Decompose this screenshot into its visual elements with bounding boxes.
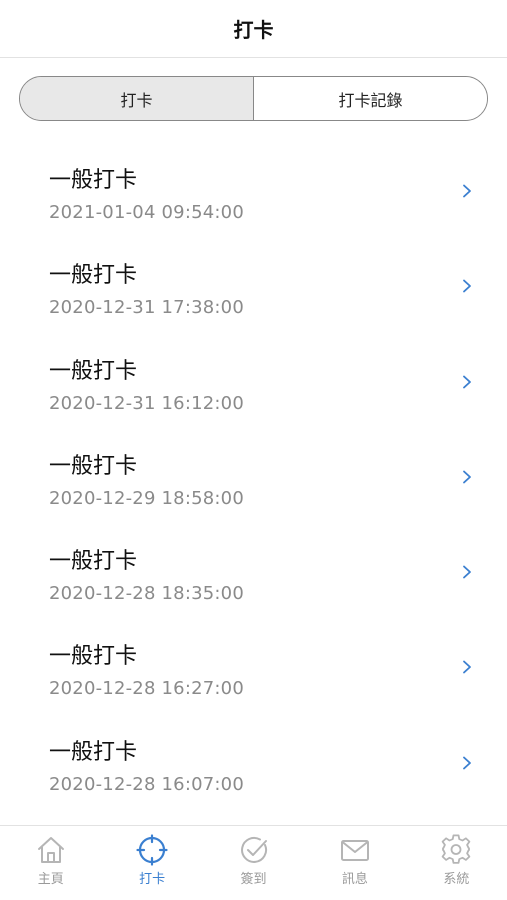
tabbar-label: 打卡 <box>139 872 166 887</box>
record-title: 一般打卡 <box>49 168 138 193</box>
record-time: 2020-12-31 16:12:00 <box>49 392 244 414</box>
list-item[interactable]: 一般打卡 2020-12-28 16:07:00 <box>0 716 507 811</box>
segmented-control: 打卡 打卡記錄 <box>19 76 488 121</box>
record-time: 2020-12-28 16:07:00 <box>49 773 244 795</box>
record-time: 2020-12-29 18:58:00 <box>49 487 244 509</box>
record-time: 2020-12-31 17:38:00 <box>49 297 244 319</box>
check-circle-icon <box>240 836 267 863</box>
tabbar-item-punch[interactable]: 打卡 <box>101 826 202 900</box>
chevron-right-icon <box>463 756 471 770</box>
record-title: 一般打卡 <box>49 549 138 575</box>
list-item[interactable]: 一般打卡 2020-12-31 16:12:00 <box>0 335 507 430</box>
list-item[interactable]: 一般打卡 2020-12-28 18:35:00 <box>0 525 507 620</box>
record-time: 2020-12-28 18:35:00 <box>49 583 244 605</box>
record-time: 2021-01-04 09:54:00 <box>49 202 244 223</box>
page-title: 打卡 <box>233 18 274 42</box>
record-title: 一般打卡 <box>49 644 138 670</box>
tab-punch-records[interactable]: 打卡記錄 <box>253 77 487 120</box>
mail-icon <box>340 840 369 861</box>
home-icon <box>37 837 64 863</box>
record-time: 2020-12-28 16:27:00 <box>49 678 244 700</box>
page-header: 打卡 <box>0 0 507 58</box>
tabbar-item-home[interactable]: 主頁 <box>0 826 101 900</box>
gear-icon <box>442 834 471 864</box>
chevron-right-icon <box>463 661 471 674</box>
record-title: 一般打卡 <box>49 263 138 289</box>
tabbar-label: 主頁 <box>37 872 64 887</box>
list-item[interactable]: 一般打卡 2020-12-29 18:58:00 <box>0 430 507 525</box>
record-title: 一般打卡 <box>49 358 138 384</box>
tabbar-label: 訊息 <box>341 872 368 887</box>
punch-record-list: 一般打卡 2021-01-04 09:54:00 一般打卡 2020-12-31… <box>0 144 507 811</box>
record-title: 一般打卡 <box>49 453 138 479</box>
chevron-right-icon <box>463 279 471 293</box>
tabbar-label: 簽到 <box>240 872 267 887</box>
list-item[interactable]: 一般打卡 2020-12-28 16:27:00 <box>0 620 507 715</box>
chevron-right-icon <box>463 184 471 198</box>
bottom-tab-bar: 主頁 打卡 簽到 訊息 系統 <box>0 825 507 900</box>
tabbar-item-messages[interactable]: 訊息 <box>304 826 405 900</box>
record-title: 一般打卡 <box>49 739 138 765</box>
crosshair-icon <box>136 834 168 866</box>
list-item[interactable]: 一般打卡 2021-01-04 09:54:00 <box>0 144 507 239</box>
chevron-right-icon <box>463 375 471 388</box>
tabbar-label: 系統 <box>443 872 470 887</box>
chevron-right-icon <box>463 470 471 484</box>
tab-punch[interactable]: 打卡 <box>20 77 253 120</box>
tabbar-item-system[interactable]: 系統 <box>406 826 507 900</box>
tabbar-item-sign-in[interactable]: 簽到 <box>203 826 304 900</box>
list-item[interactable]: 一般打卡 2020-12-31 17:38:00 <box>0 239 507 334</box>
chevron-right-icon <box>463 565 471 579</box>
